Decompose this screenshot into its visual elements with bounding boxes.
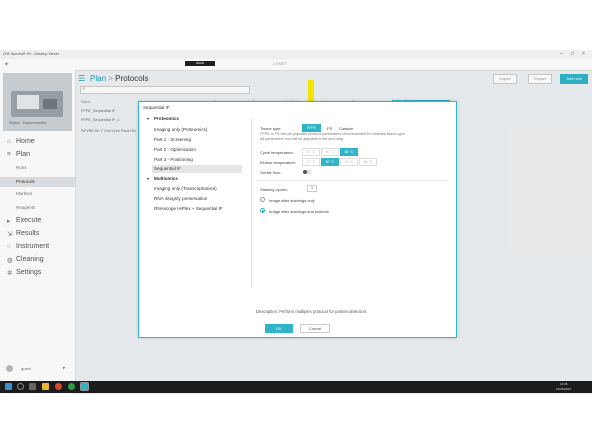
gentle-flow-label: Gentle flow: (260, 170, 282, 175)
tree-item[interactable]: Imaging only (Transcriptomics) (154, 186, 217, 191)
gentle-flow-toggle[interactable] (303, 170, 311, 174)
tissue-type-label: Tissue type: (260, 126, 282, 131)
tree-item[interactable]: Part 1 - Screening (154, 137, 191, 142)
elution-temp-label: Elution temperature: (260, 160, 297, 165)
ok-button[interactable]: OK (265, 324, 293, 333)
cycle-temp-37[interactable]: 37 °C (302, 148, 320, 156)
tissue-hint: FFPE or FS will pre-populate protocol pa… (260, 132, 406, 141)
tree-item-selected[interactable]: Sequential IF (152, 165, 242, 173)
elution-temp-37[interactable]: 37 °C (302, 158, 320, 166)
tissue-fs-option[interactable]: FS (327, 126, 332, 131)
protocol-dialog: Sequential IF ▾ Proteomics Imaging only … (138, 101, 457, 338)
caret-down-icon: ▾ (147, 116, 150, 121)
taskbar-date: 16/05/2023 (556, 387, 572, 391)
cancel-button[interactable]: Cancel (300, 324, 330, 333)
cycle-temp-label: Cycle temperature: (260, 150, 294, 155)
radio-stainings-and-elutions[interactable] (260, 208, 265, 213)
taskbar-time: 13:05 (560, 382, 568, 386)
tree-item[interactable]: Part 3 - Positioning (154, 157, 193, 162)
comet-app-icon[interactable] (80, 382, 89, 391)
tree-item[interactable]: RNAscope HiPlex + Sequential IF (154, 206, 223, 211)
task-view-icon[interactable] (29, 383, 36, 390)
tissue-ffpe-option[interactable]: FFPE (302, 124, 321, 132)
radio-stainings-only-label: Image after stainings only (269, 198, 315, 203)
caret-down-icon: ▾ (147, 176, 150, 181)
tissue-custom-option[interactable]: Custom (339, 126, 353, 131)
tree-group-multiomics[interactable]: ▾ Multiomics (147, 176, 178, 181)
windows-start-icon[interactable] (5, 383, 12, 390)
tree-item[interactable]: Part 2 - Optimization (154, 147, 196, 152)
tree-item[interactable]: Imaging only (Proteomics) (154, 127, 207, 132)
cycle-temp-55[interactable]: 55 °C (340, 148, 358, 156)
radio-stainings-and-elutions-label: Image after stainings and elutions (269, 209, 329, 214)
cycle-temp-50[interactable]: 50 °C (321, 148, 339, 156)
protocol-description: Description: Perform multiplex protocol … (256, 309, 368, 314)
search-icon[interactable] (17, 383, 24, 390)
staining-cycles-label: Staining cycles: (260, 187, 288, 192)
browser-icon[interactable] (68, 383, 75, 390)
section-divider (257, 180, 447, 181)
dialog-title: Sequential IF (143, 105, 170, 110)
elution-temp-55[interactable]: 55 °C (340, 158, 358, 166)
staining-cycles-input[interactable]: 1 (307, 185, 317, 192)
dialog-divider (251, 118, 252, 288)
elution-temp-50[interactable]: 50 °C (321, 158, 339, 166)
radio-stainings-only[interactable] (260, 197, 265, 202)
tree-group-proteomics[interactable]: ▾ Proteomics (147, 116, 179, 121)
tree-item[interactable]: RNA integrity preservation (154, 196, 207, 201)
chrome-icon[interactable] (55, 383, 62, 390)
file-explorer-icon[interactable] (42, 383, 49, 390)
os-taskbar: 13:05 16/05/2023 (0, 381, 592, 393)
elution-temp-56[interactable]: 56 °C (359, 158, 377, 166)
